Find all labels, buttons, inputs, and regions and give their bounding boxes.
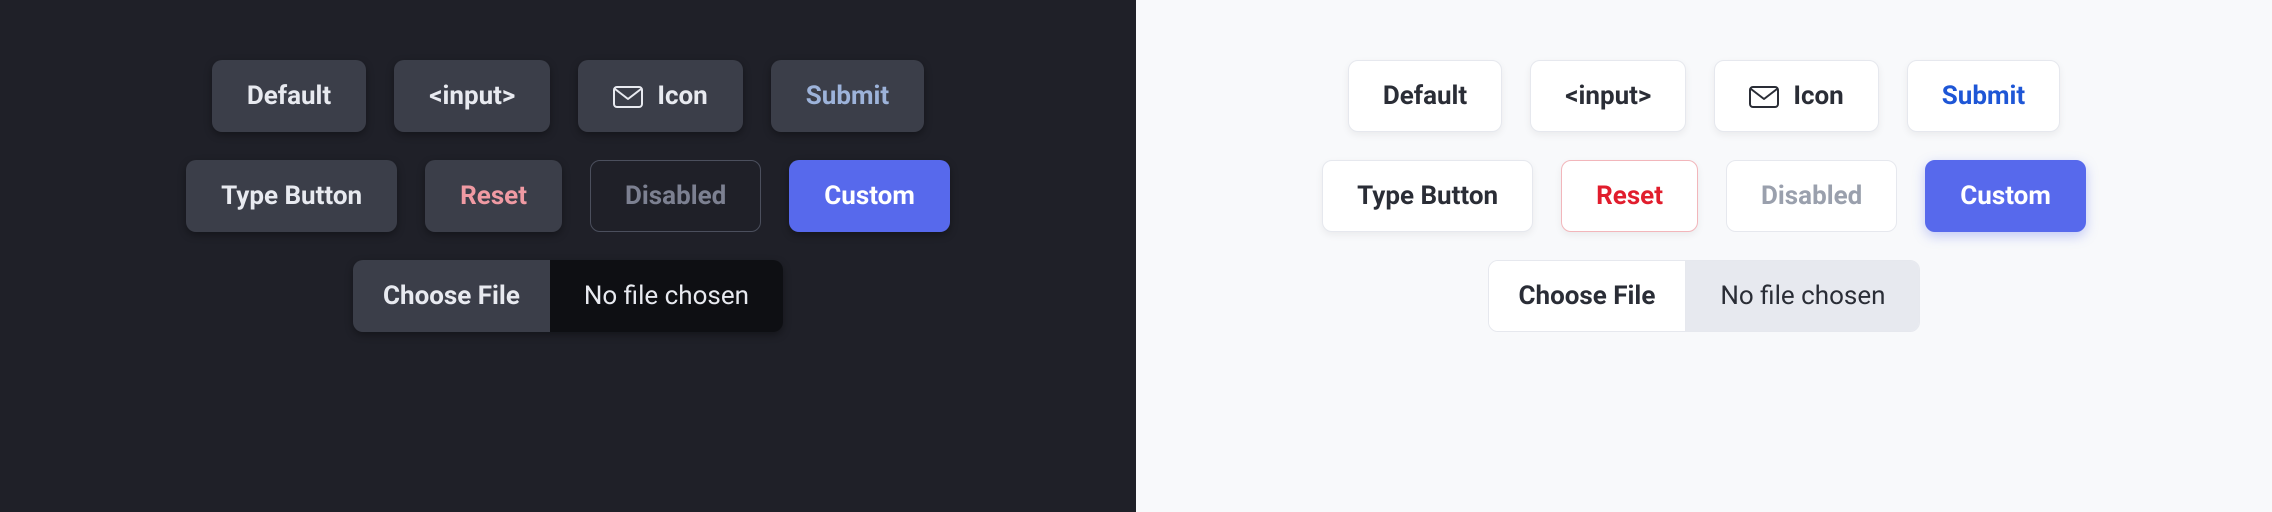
reset-button[interactable]: Reset xyxy=(1561,160,1698,232)
file-row: Choose File No file chosen xyxy=(1488,260,1921,332)
input-button-label: <input> xyxy=(1565,81,1651,111)
disabled-button: Disabled xyxy=(1726,160,1897,232)
file-input[interactable]: Choose File No file chosen xyxy=(1488,260,1921,332)
input-button-label: <input> xyxy=(429,81,515,111)
default-button-label: Default xyxy=(1383,81,1467,111)
choose-file-button[interactable]: Choose File xyxy=(1489,261,1687,331)
file-status: No file chosen xyxy=(1686,261,1919,331)
reset-button-label: Reset xyxy=(460,181,527,211)
reset-button-label: Reset xyxy=(1596,181,1663,211)
submit-button-label: Submit xyxy=(1942,81,2025,111)
file-row: Choose File No file chosen xyxy=(353,260,783,332)
choose-file-label: Choose File xyxy=(1519,281,1656,311)
envelope-icon xyxy=(1749,85,1779,107)
input-button[interactable]: <input> xyxy=(394,60,550,132)
submit-button[interactable]: Submit xyxy=(1907,60,2060,132)
button-row-1: Default <input> Icon Submit xyxy=(1348,60,2060,132)
disabled-button: Disabled xyxy=(590,160,761,232)
disabled-button-label: Disabled xyxy=(625,181,726,211)
default-button[interactable]: Default xyxy=(212,60,366,132)
file-input[interactable]: Choose File No file chosen xyxy=(353,260,783,332)
file-status: No file chosen xyxy=(550,260,783,332)
default-button[interactable]: Default xyxy=(1348,60,1502,132)
dark-theme-pane: Default <input> Icon Submit Type Bu xyxy=(0,0,1136,512)
icon-button-label: Icon xyxy=(1793,81,1843,111)
button-row-2: Type Button Reset Disabled Custom xyxy=(186,160,950,232)
disabled-button-label: Disabled xyxy=(1761,181,1862,211)
custom-button[interactable]: Custom xyxy=(789,160,950,232)
button-row-2: Type Button Reset Disabled Custom xyxy=(1322,160,2086,232)
choose-file-button[interactable]: Choose File xyxy=(353,260,550,332)
custom-button-label: Custom xyxy=(824,181,915,211)
default-button-label: Default xyxy=(247,81,331,111)
custom-button-label: Custom xyxy=(1960,181,2051,211)
type-button[interactable]: Type Button xyxy=(1322,160,1533,232)
icon-button[interactable]: Icon xyxy=(578,60,742,132)
envelope-icon xyxy=(613,85,643,107)
icon-button[interactable]: Icon xyxy=(1714,60,1878,132)
type-button-label: Type Button xyxy=(1357,181,1498,211)
custom-button[interactable]: Custom xyxy=(1925,160,2086,232)
submit-button[interactable]: Submit xyxy=(771,60,924,132)
file-status-text: No file chosen xyxy=(584,281,749,311)
button-row-1: Default <input> Icon Submit xyxy=(212,60,924,132)
type-button-label: Type Button xyxy=(221,181,362,211)
icon-button-label: Icon xyxy=(657,81,707,111)
light-theme-pane: Default <input> Icon Submit Type Bu xyxy=(1136,0,2272,512)
choose-file-label: Choose File xyxy=(383,281,520,311)
submit-button-label: Submit xyxy=(806,81,889,111)
reset-button[interactable]: Reset xyxy=(425,160,562,232)
type-button[interactable]: Type Button xyxy=(186,160,397,232)
input-button[interactable]: <input> xyxy=(1530,60,1686,132)
file-status-text: No file chosen xyxy=(1720,281,1885,311)
